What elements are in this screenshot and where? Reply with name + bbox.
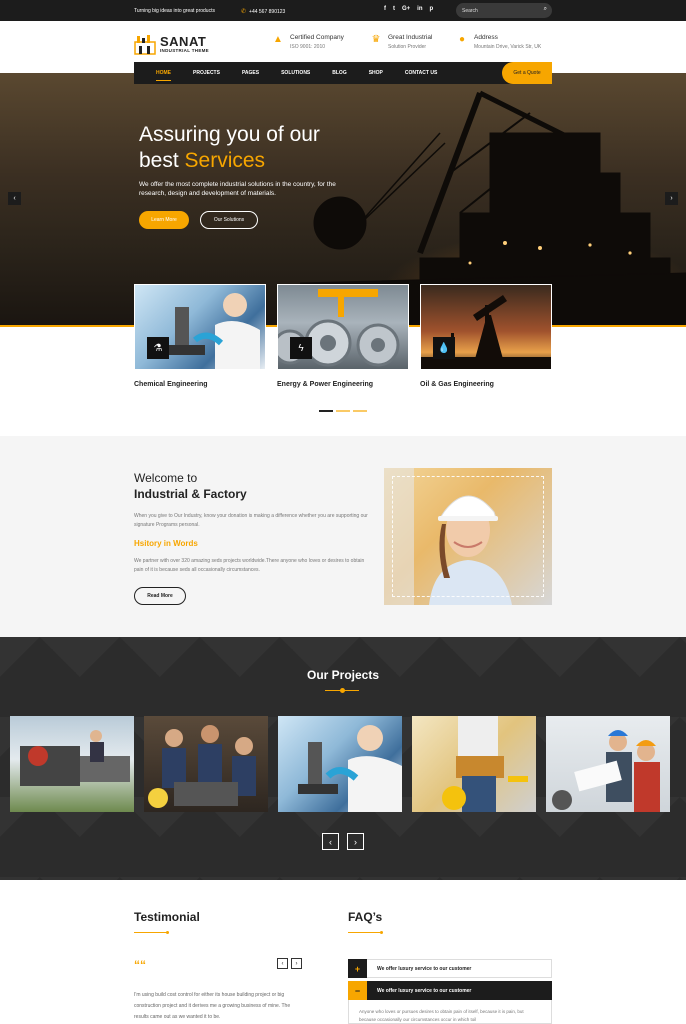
certificate-icon: ▲ (273, 34, 283, 45)
nav-solutions[interactable]: SOLUTIONS (281, 70, 310, 76)
nav-shop[interactable]: SHOP (369, 70, 383, 76)
globe-icon: ● (458, 34, 466, 45)
chemical-engineering-image: ⚗ (134, 284, 266, 370)
pagination-dot[interactable] (353, 410, 367, 412)
project-image[interactable] (278, 716, 402, 812)
minus-icon: − (348, 981, 367, 1000)
projects-next-arrow-icon[interactable]: › (347, 833, 364, 850)
info-certified: ▲ Certified Company ISO 9001: 2010 (272, 34, 344, 50)
top-bar: Turning big ideas into great products ✆ … (0, 0, 686, 21)
phone-number: +44 567 890123 (249, 8, 286, 15)
pagination-dot[interactable] (336, 410, 350, 412)
project-image[interactable] (144, 716, 268, 812)
service-card-oil-gas[interactable]: 💧 Oil & Gas Engineering (420, 284, 552, 388)
project-image[interactable] (546, 716, 670, 812)
read-more-button[interactable]: Read More (134, 587, 186, 605)
faq-question: We offer luxury service to our customer (377, 965, 472, 972)
faq-answer: Anyone who loves or pursues desires to o… (348, 1000, 552, 1024)
service-title: Energy & Power Engineering (277, 381, 374, 388)
quote-icon: ““ (134, 958, 146, 972)
trophy-icon: ♛ (371, 34, 381, 45)
factory-logo-icon (134, 33, 156, 55)
nav-home[interactable]: HOME (156, 70, 171, 81)
search-icon[interactable]: ⌕ (544, 6, 547, 13)
linkedin-icon[interactable]: in (417, 6, 422, 12)
hero-title-highlight: Services (184, 149, 266, 172)
hero-next-arrow-icon[interactable]: › (665, 192, 678, 205)
learn-more-button[interactable]: Learn More (139, 211, 189, 229)
logo-subtitle: INDUSTRIAL THEME (160, 48, 209, 53)
nav-blog[interactable]: BLOG (332, 70, 346, 76)
projects-section: Our Projects ‹ › (0, 637, 686, 880)
hero-title: Assuring you of our best Services (139, 123, 320, 172)
service-title: Chemical Engineering (134, 381, 208, 388)
google-plus-icon[interactable]: G+ (402, 6, 410, 12)
faq-title: FAQ’s (348, 910, 383, 924)
projects-prev-arrow-icon[interactable]: ‹ (322, 833, 339, 850)
energy-engineering-image: ϟ (277, 284, 409, 370)
welcome-heading: Welcome to Industrial & Factory (134, 471, 247, 501)
info-sub: Solution Provider (388, 44, 427, 50)
service-title: Oil & Gas Engineering (420, 381, 494, 388)
history-text: We partner with over 320 amazing seds pr… (134, 558, 365, 573)
engineer-photo (384, 468, 552, 605)
phone-contact[interactable]: ✆ +44 567 890123 (241, 8, 286, 16)
our-solutions-button[interactable]: Our Solutions (200, 211, 258, 229)
hero-description: We offer the most complete industrial so… (139, 181, 336, 197)
social-links: f t G+ in p (384, 6, 433, 12)
logo[interactable]: SANAT INDUSTRIAL THEME (134, 33, 209, 55)
welcome-intro: When you give to Our Industry, know your… (134, 513, 368, 528)
project-image[interactable] (10, 716, 134, 812)
testimonial-text: I'm using build cost control for either … (134, 992, 291, 1020)
faq-item-open[interactable]: − We offer luxury service to our custome… (348, 981, 552, 1000)
main-nav: HOME PROJECTS PAGES SOLUTIONS BLOG SHOP … (134, 62, 552, 84)
testimonial-prev-icon[interactable]: ‹ (277, 958, 288, 969)
search-input[interactable] (462, 6, 534, 15)
nav-contact-us[interactable]: CONTACT US (405, 70, 437, 76)
faq-item-collapsed[interactable]: + We offer luxury service to our custome… (348, 959, 552, 978)
pinterest-icon[interactable]: p (430, 6, 434, 12)
testimonial-faq-section: Testimonial FAQ’s ““ ‹ › I'm using build… (0, 880, 686, 1024)
info-sub: ISO 9001: 2010 (290, 44, 326, 50)
search-box: ⌕ (456, 3, 552, 18)
service-card-chemical[interactable]: ⚗ Chemical Engineering (134, 284, 266, 388)
drop-icon: 💧 (433, 337, 455, 359)
project-image[interactable] (412, 716, 536, 812)
pagination-dot[interactable] (319, 410, 333, 412)
nav-projects[interactable]: PROJECTS (193, 70, 220, 76)
history-heading: Hsitory in Words (134, 539, 198, 548)
oil-gas-engineering-image: 💧 (420, 284, 552, 370)
phone-icon: ✆ (241, 9, 247, 15)
info-title: Certified Company (290, 34, 344, 41)
logo-name: SANAT (160, 34, 207, 49)
hero-prev-arrow-icon[interactable]: ‹ (8, 192, 21, 205)
info-title: Address (474, 34, 498, 41)
testimonial-title: Testimonial (134, 910, 200, 924)
testimonial-next-icon[interactable]: › (291, 958, 302, 969)
nav-pages[interactable]: PAGES (242, 70, 259, 76)
bolt-icon: ϟ (290, 337, 312, 359)
projects-title: Our Projects (306, 668, 380, 682)
info-sub: Mountain Drive, Varick Str, UK (474, 44, 542, 50)
get-a-quote-button[interactable]: Get a Quote (502, 62, 552, 84)
services-pagination (319, 410, 367, 412)
info-title: Great Industrial (388, 34, 433, 41)
tagline: Turning big ideas into great products (134, 8, 215, 14)
plus-icon: + (348, 959, 367, 978)
twitter-icon[interactable]: t (393, 6, 395, 12)
facebook-icon[interactable]: f (384, 6, 386, 12)
faq-question: We offer luxury service to our customer (377, 987, 472, 994)
flask-icon: ⚗ (147, 337, 169, 359)
welcome-section: Welcome to Industrial & Factory When you… (0, 436, 686, 637)
info-address: ● Address Mountain Drive, Varick Str, UK (456, 34, 541, 50)
service-card-energy[interactable]: ϟ Energy & Power Engineering (277, 284, 409, 388)
info-industrial: ♛ Great Industrial Solution Provider (370, 34, 433, 50)
